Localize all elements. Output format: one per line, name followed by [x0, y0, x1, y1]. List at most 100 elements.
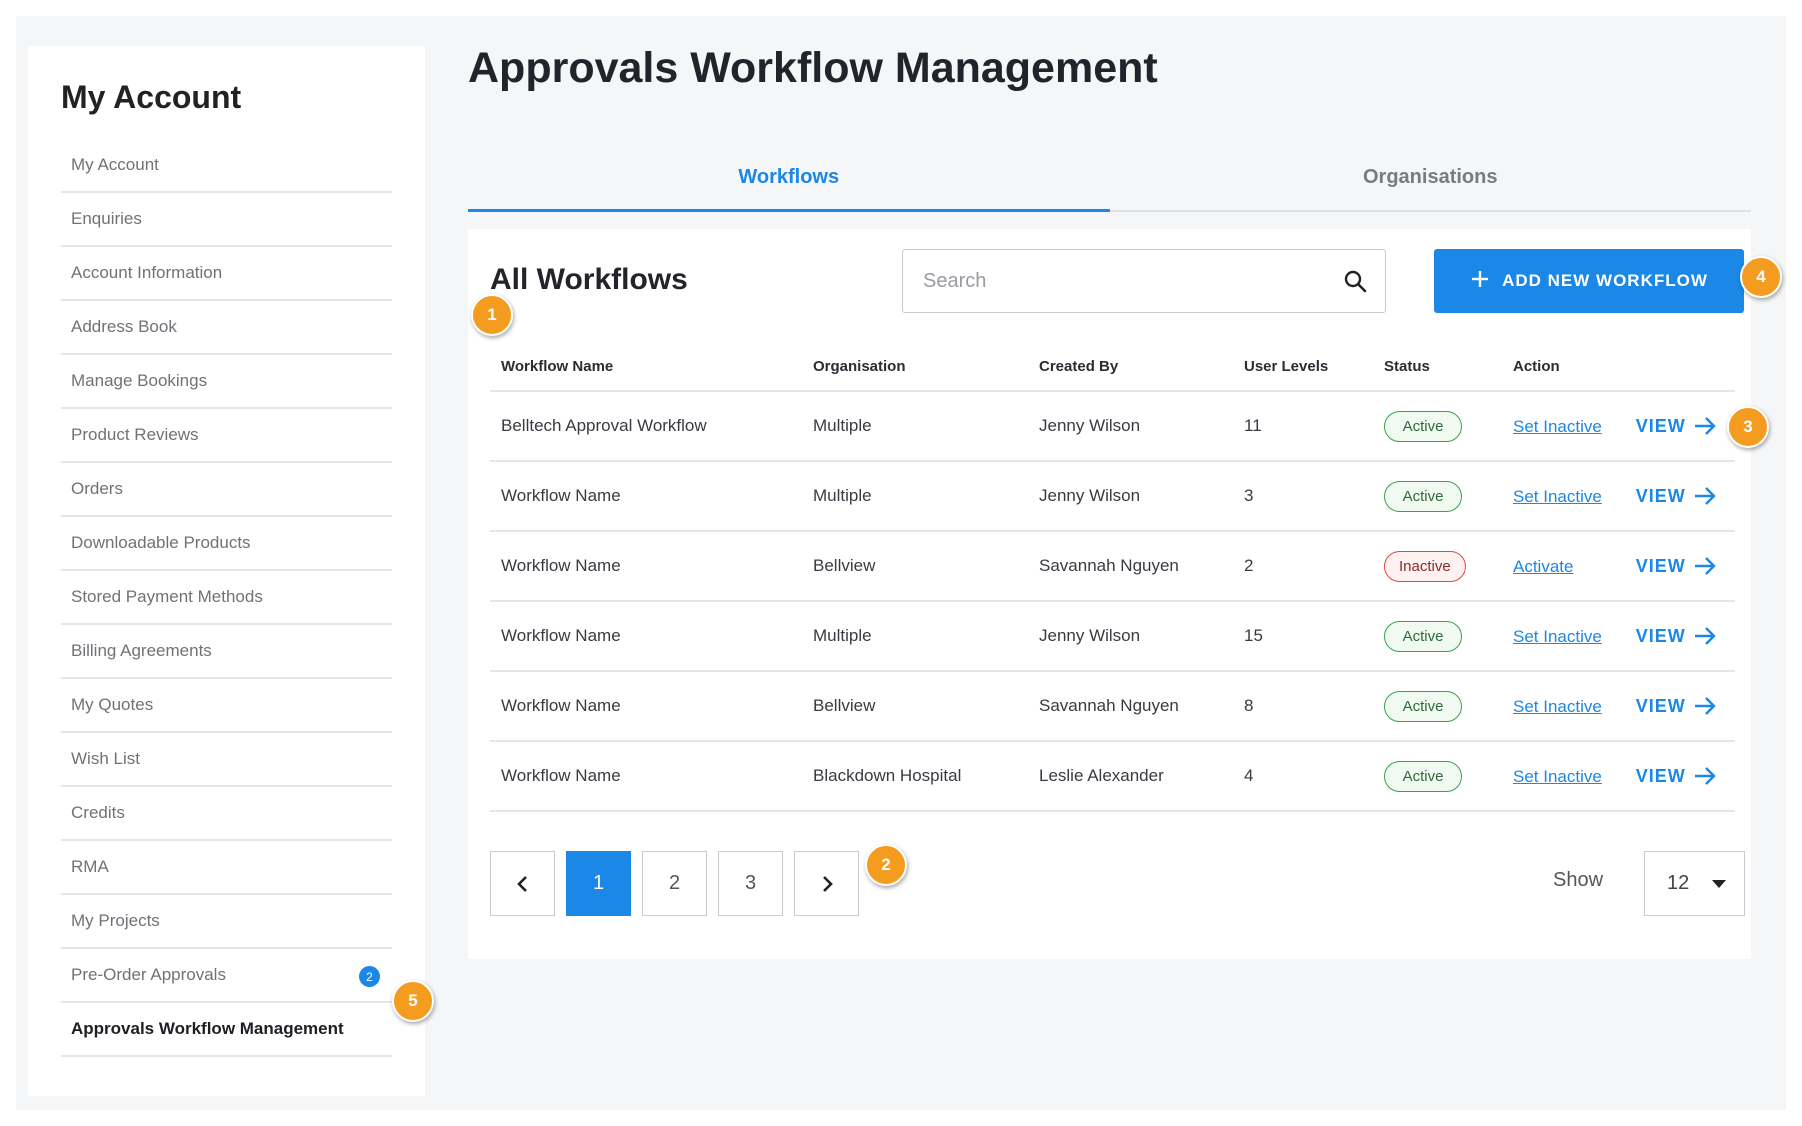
view-button[interactable]: VIEW [1636, 486, 1716, 507]
sidebar-item-orders[interactable]: Orders [61, 463, 392, 517]
workflows-table: Workflow Name Organisation Created By Us… [490, 343, 1735, 812]
arrow-right-icon [1694, 487, 1716, 505]
column-header-workflow-name: Workflow Name [490, 343, 802, 392]
table-row: Workflow Name Multiple Jenny Wilson 15 A… [490, 601, 1735, 672]
tab-workflows[interactable]: Workflows [468, 144, 1110, 212]
sidebar-item-enquiries[interactable]: Enquiries [61, 193, 392, 247]
sidebar-item-wish-list[interactable]: Wish List [61, 733, 392, 787]
workflows-panel: All Workflows ADD NEW WORKFLOW Workflow … [468, 229, 1751, 959]
cell-action: Set Inactive VIEW [1502, 601, 1735, 672]
sidebar-item-approvals-workflow-management[interactable]: Approvals Workflow Management [61, 1003, 392, 1057]
cell-user-levels: 11 [1233, 391, 1373, 462]
page-button-1[interactable]: 1 [566, 851, 631, 916]
sidebar-item-rma[interactable]: RMA [61, 841, 392, 895]
cell-user-levels: 3 [1233, 461, 1373, 532]
column-header-status: Status [1373, 343, 1502, 392]
table-row: Workflow Name Blackdown Hospital Leslie … [490, 741, 1735, 812]
sidebar-item-downloadable-products[interactable]: Downloadable Products [61, 517, 392, 571]
cell-created-by: Savannah Nguyen [1028, 671, 1233, 742]
cell-created-by: Savannah Nguyen [1028, 531, 1233, 602]
panel-title: All Workflows [490, 263, 688, 296]
search-icon[interactable] [1325, 250, 1385, 312]
cell-organisation: Bellview [802, 531, 1028, 602]
cell-created-by: Jenny Wilson [1028, 461, 1233, 532]
callout-marker-4: 4 [1740, 256, 1782, 298]
arrow-right-icon [1694, 557, 1716, 575]
arrow-right-icon [1694, 767, 1716, 785]
callout-marker-2: 2 [865, 844, 907, 886]
cell-organisation: Blackdown Hospital [802, 741, 1028, 812]
set-inactive-link[interactable]: Set Inactive [1513, 417, 1631, 437]
sidebar-item-account-information[interactable]: Account Information [61, 247, 392, 301]
sidebar-item-label: Wish List [71, 749, 140, 768]
page-background: My Account My Account Enquiries Account … [16, 16, 1786, 1110]
cell-workflow-name: Belltech Approval Workflow [490, 391, 802, 462]
view-button[interactable]: VIEW [1636, 696, 1716, 717]
view-label: VIEW [1635, 415, 1686, 436]
cell-workflow-name: Workflow Name [490, 601, 802, 672]
view-label: VIEW [1635, 695, 1686, 716]
status-badge: Active [1384, 690, 1462, 722]
sidebar-item-label: RMA [71, 857, 109, 876]
view-button[interactable]: VIEW [1636, 556, 1716, 577]
cell-status: Inactive [1373, 531, 1502, 602]
sidebar-item-stored-payment-methods[interactable]: Stored Payment Methods [61, 571, 392, 625]
view-button[interactable]: VIEW [1636, 626, 1716, 647]
view-button[interactable]: VIEW [1636, 416, 1716, 437]
cell-organisation: Multiple [802, 391, 1028, 462]
sidebar-item-label: My Quotes [71, 695, 154, 714]
previous-page-button[interactable] [490, 851, 555, 916]
callout-marker-1: 1 [471, 294, 513, 336]
pagination: 1 2 3 [490, 851, 859, 916]
sidebar-item-label: Address Book [71, 317, 177, 336]
set-inactive-link[interactable]: Set Inactive [1513, 697, 1631, 717]
cell-user-levels: 8 [1233, 671, 1373, 742]
sidebar-item-address-book[interactable]: Address Book [61, 301, 392, 355]
sidebar-item-label: Stored Payment Methods [71, 587, 263, 606]
sidebar-item-product-reviews[interactable]: Product Reviews [61, 409, 392, 463]
cell-workflow-name: Workflow Name [490, 741, 802, 812]
next-page-button[interactable] [794, 851, 859, 916]
sidebar-item-billing-agreements[interactable]: Billing Agreements [61, 625, 392, 679]
page-size-select[interactable]: 12 [1644, 851, 1745, 916]
plus-icon [1470, 269, 1490, 294]
sidebar-item-my-projects[interactable]: My Projects [61, 895, 392, 949]
sidebar-item-my-quotes[interactable]: My Quotes [61, 679, 392, 733]
arrow-right-icon [1694, 417, 1716, 435]
cell-created-by: Leslie Alexander [1028, 741, 1233, 812]
set-inactive-link[interactable]: Set Inactive [1513, 487, 1631, 507]
callout-marker-3: 3 [1727, 406, 1769, 448]
sidebar-item-label: Approvals Workflow Management [71, 1019, 344, 1038]
add-new-workflow-button[interactable]: ADD NEW WORKFLOW [1434, 249, 1744, 313]
cell-organisation: Multiple [802, 461, 1028, 532]
page-size-value: 12 [1667, 872, 1690, 894]
table-header-row: Workflow Name Organisation Created By Us… [490, 343, 1735, 392]
sidebar-item-manage-bookings[interactable]: Manage Bookings [61, 355, 392, 409]
set-inactive-link[interactable]: Set Inactive [1513, 767, 1631, 787]
add-button-label: ADD NEW WORKFLOW [1502, 271, 1708, 290]
sidebar-item-label: Pre-Order Approvals [71, 965, 226, 984]
sidebar-item-my-account[interactable]: My Account [61, 139, 392, 193]
tab-bar: Workflows Organisations [468, 144, 1751, 212]
page-button-3[interactable]: 3 [718, 851, 783, 916]
status-badge: Active [1384, 620, 1462, 652]
sidebar-item-label: Billing Agreements [71, 641, 212, 660]
set-inactive-link[interactable]: Set Inactive [1513, 627, 1631, 647]
status-badge: Active [1384, 760, 1462, 792]
sidebar-item-credits[interactable]: Credits [61, 787, 392, 841]
table-row: Workflow Name Bellview Savannah Nguyen 8… [490, 671, 1735, 742]
view-label: VIEW [1635, 485, 1686, 506]
arrow-right-icon [1694, 697, 1716, 715]
sidebar-item-label: Manage Bookings [71, 371, 208, 390]
sidebar-title: My Account [61, 79, 242, 115]
tab-organisations[interactable]: Organisations [1110, 144, 1752, 210]
search-input[interactable] [903, 250, 1325, 312]
column-header-user-levels: User Levels [1233, 343, 1373, 392]
cell-created-by: Jenny Wilson [1028, 601, 1233, 672]
page-button-2[interactable]: 2 [642, 851, 707, 916]
chevron-left-icon [516, 875, 527, 892]
view-button[interactable]: VIEW [1636, 766, 1716, 787]
sidebar-item-pre-order-approvals[interactable]: Pre-Order Approvals 2 [61, 949, 392, 1003]
activate-link[interactable]: Activate [1513, 557, 1631, 577]
arrow-right-icon [1694, 627, 1716, 645]
